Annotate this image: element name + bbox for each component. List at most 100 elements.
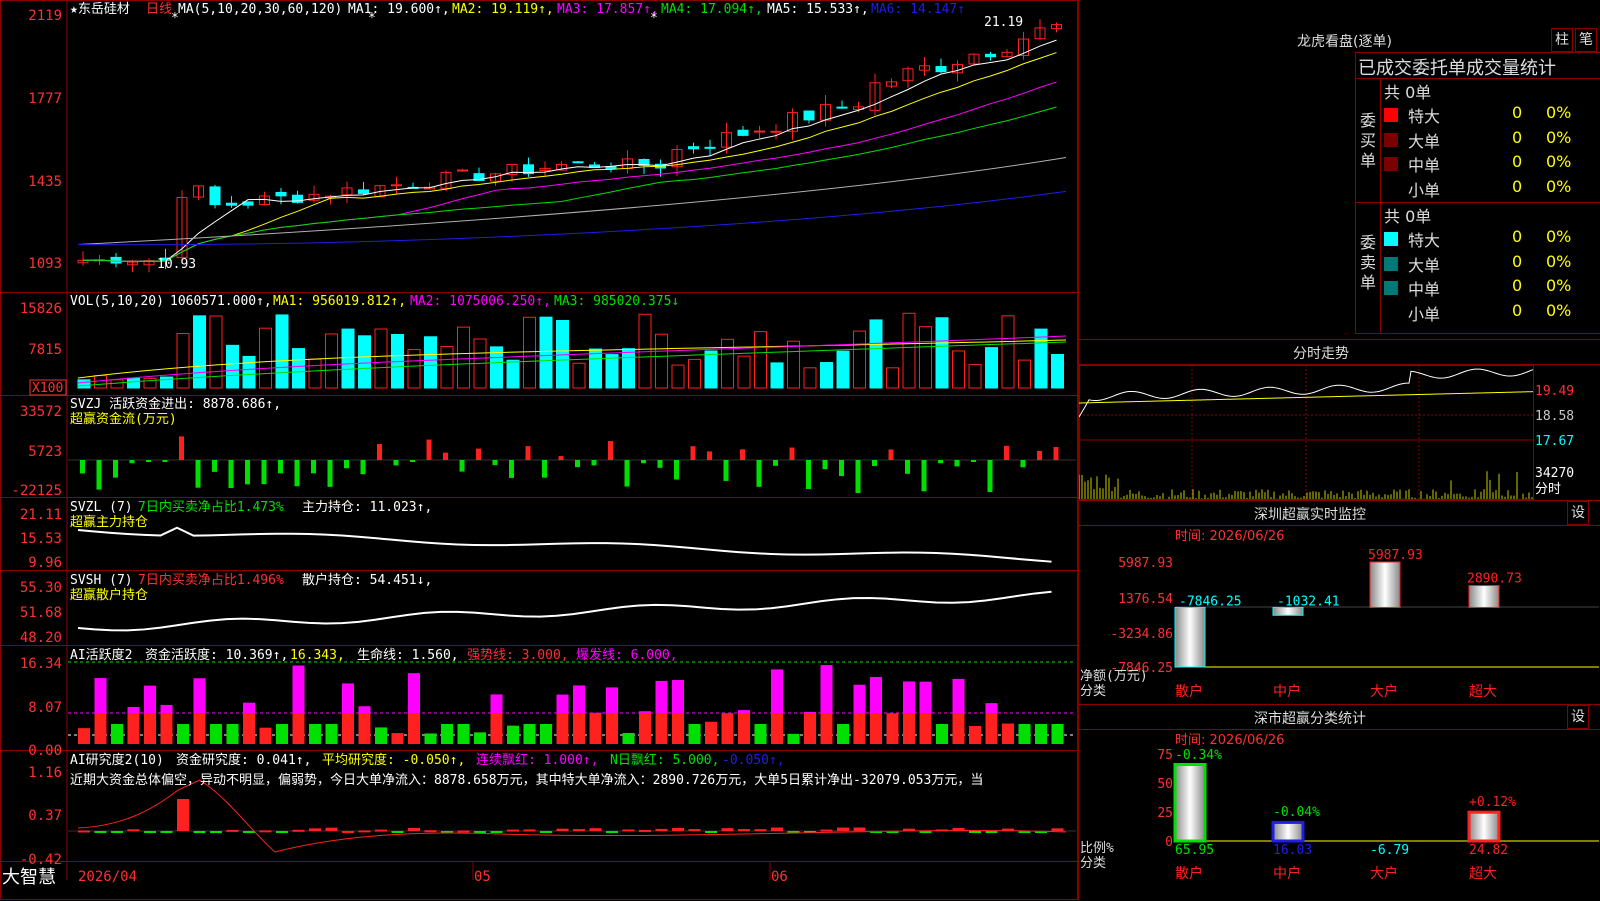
- research-bar: [524, 829, 536, 831]
- research-bar: [672, 828, 684, 831]
- ai-bar: [144, 713, 156, 744]
- candle-body: [359, 190, 369, 194]
- classify-ytick: 50: [1157, 777, 1173, 792]
- order-count: 0: [1512, 252, 1522, 276]
- volume-bar: [111, 380, 123, 388]
- ai-bar: [161, 713, 173, 744]
- ai-bar: [507, 726, 519, 744]
- ai-bar-top: [854, 685, 866, 713]
- svzl-line: [78, 528, 1052, 562]
- ai-bar: [392, 733, 404, 744]
- volume-bar: [870, 320, 882, 388]
- kline-chart-area[interactable]: 2119 1777 1435 1093 15826 7815 33572 572…: [0, 0, 1078, 900]
- candle-body: [227, 203, 237, 205]
- ai-bar: [408, 713, 420, 744]
- volume-bar: [969, 365, 981, 388]
- svzj-bar: [724, 460, 729, 481]
- candle-body: [210, 187, 220, 205]
- volume-bar: [672, 365, 684, 388]
- ma-line: [78, 158, 1066, 245]
- order-count: 0: [1512, 103, 1522, 127]
- svzj-bar: [262, 460, 267, 484]
- research-bar: [573, 829, 585, 831]
- svzj-bar: [113, 460, 118, 478]
- svzj-bar: [658, 460, 663, 468]
- ai-bar-top: [920, 682, 932, 713]
- ai2-header: AI活跃度2 资金活跃度: 10.369↑, 16.343, 生命线: 1.56…: [70, 647, 678, 663]
- svg-text:SVZJ 活跃资金进出: 8878.686↑,: SVZJ 活跃资金进出: 8878.686↑,: [70, 396, 281, 412]
- volume-bar: [260, 328, 272, 388]
- longhu-tabs[interactable]: 已成交委托单成交量统计: [1358, 54, 1556, 80]
- volume-bar: [920, 327, 932, 388]
- ai-bar: [953, 713, 965, 744]
- monitor-bar-fill: [1370, 562, 1400, 607]
- volume-bar: [755, 332, 767, 388]
- svg-text:MA1: 956019.812↑,: MA1: 956019.812↑,: [273, 294, 406, 309]
- date-label: 05: [474, 869, 491, 885]
- intraday-chart[interactable]: 19.49 18.58 17.67 34270 分时: [1079, 365, 1600, 501]
- longhu-box: 已成交委托单成交量统计 委买单 委卖单 共 0单 共 0单 特大00%大单00%…: [1355, 52, 1600, 334]
- volume-bar: [1019, 360, 1031, 388]
- svg-text:平均研究度: -0.050↑,: 平均研究度: -0.050↑,: [322, 752, 465, 768]
- candle-body: [111, 257, 121, 263]
- svg-text:MA2: 1075006.250↑,: MA2: 1075006.250↑,: [410, 294, 551, 309]
- volume-bar: [128, 378, 140, 388]
- order-size-label: 大单: [1408, 128, 1440, 152]
- order-size-label: 特大: [1408, 103, 1440, 127]
- research-bar: [392, 831, 404, 833]
- order-count: 0: [1512, 128, 1522, 152]
- svzj-bar: [674, 460, 679, 480]
- ai-research-bars: [68, 780, 1076, 852]
- order-size-label: 小单: [1408, 177, 1440, 201]
- ai-bar: [260, 728, 272, 744]
- main-ytick: 1435: [28, 174, 62, 190]
- classify-category: 散户: [1175, 865, 1203, 882]
- svg-text:1060571.000↑,: 1060571.000↑,: [170, 294, 272, 309]
- monitor-category: 散户: [1175, 683, 1203, 700]
- order-size-swatch: [1384, 257, 1398, 271]
- ai-bar: [1052, 724, 1064, 744]
- volume-bar: [705, 351, 717, 388]
- ai-bar: [903, 713, 915, 744]
- svg-text:连续飘红: 1.000↑,: 连续飘红: 1.000↑,: [476, 752, 598, 768]
- research-bar: [111, 831, 123, 833]
- ai-bar: [986, 713, 998, 744]
- svzj-bar: [988, 460, 993, 492]
- ai-bar: [623, 733, 635, 744]
- svzj-bar: [575, 460, 580, 467]
- volume-bar: [293, 349, 305, 388]
- ai-bar: [458, 724, 470, 744]
- classify-pct-label: -0.04%: [1273, 805, 1320, 820]
- svzj-bar: [377, 444, 382, 460]
- ai2-ytick: 8.07: [28, 700, 62, 716]
- candle-body: [738, 130, 748, 135]
- ma-line: [83, 53, 1057, 262]
- bar-view-button[interactable]: 柱: [1551, 28, 1573, 52]
- candle-body: [755, 131, 765, 132]
- classify-pct-label: -0.34%: [1175, 748, 1222, 763]
- svg-text:*: *: [650, 11, 658, 26]
- vol-header: VOL(5,10,20) 1060571.000↑, MA1: 956019.8…: [70, 294, 679, 309]
- research-bar: [507, 830, 519, 832]
- classify-category: 大户: [1370, 865, 1398, 882]
- research-bar: [540, 831, 552, 833]
- research-bar: [656, 829, 668, 831]
- ai-bar: [821, 713, 833, 744]
- monitor-xlabel: 分类: [1080, 684, 1106, 699]
- classify-bottom-value: -6.79: [1370, 843, 1409, 858]
- svzj-bar: [608, 441, 613, 460]
- svzj-bar: [394, 460, 399, 465]
- ai-bar-top: [161, 705, 173, 713]
- ai-bar-top: [804, 712, 816, 713]
- research-bar: [78, 830, 90, 832]
- tick-view-button[interactable]: 笔: [1575, 28, 1597, 52]
- volume-bar: [936, 318, 948, 388]
- svg-text:生命线: 1.560,: 生命线: 1.560,: [357, 647, 459, 663]
- research-bar: [276, 831, 288, 833]
- svzl-header: SVZL (7) 7日内买卖净占比1.473% 主力持仓: 11.023↑, 超…: [70, 499, 432, 530]
- ai-bar: [1002, 724, 1014, 744]
- svzj-bar: [476, 449, 481, 460]
- svzl-line: [78, 528, 1052, 562]
- svg-text:SVZL (7): SVZL (7): [70, 500, 133, 515]
- research-bar: [260, 830, 272, 832]
